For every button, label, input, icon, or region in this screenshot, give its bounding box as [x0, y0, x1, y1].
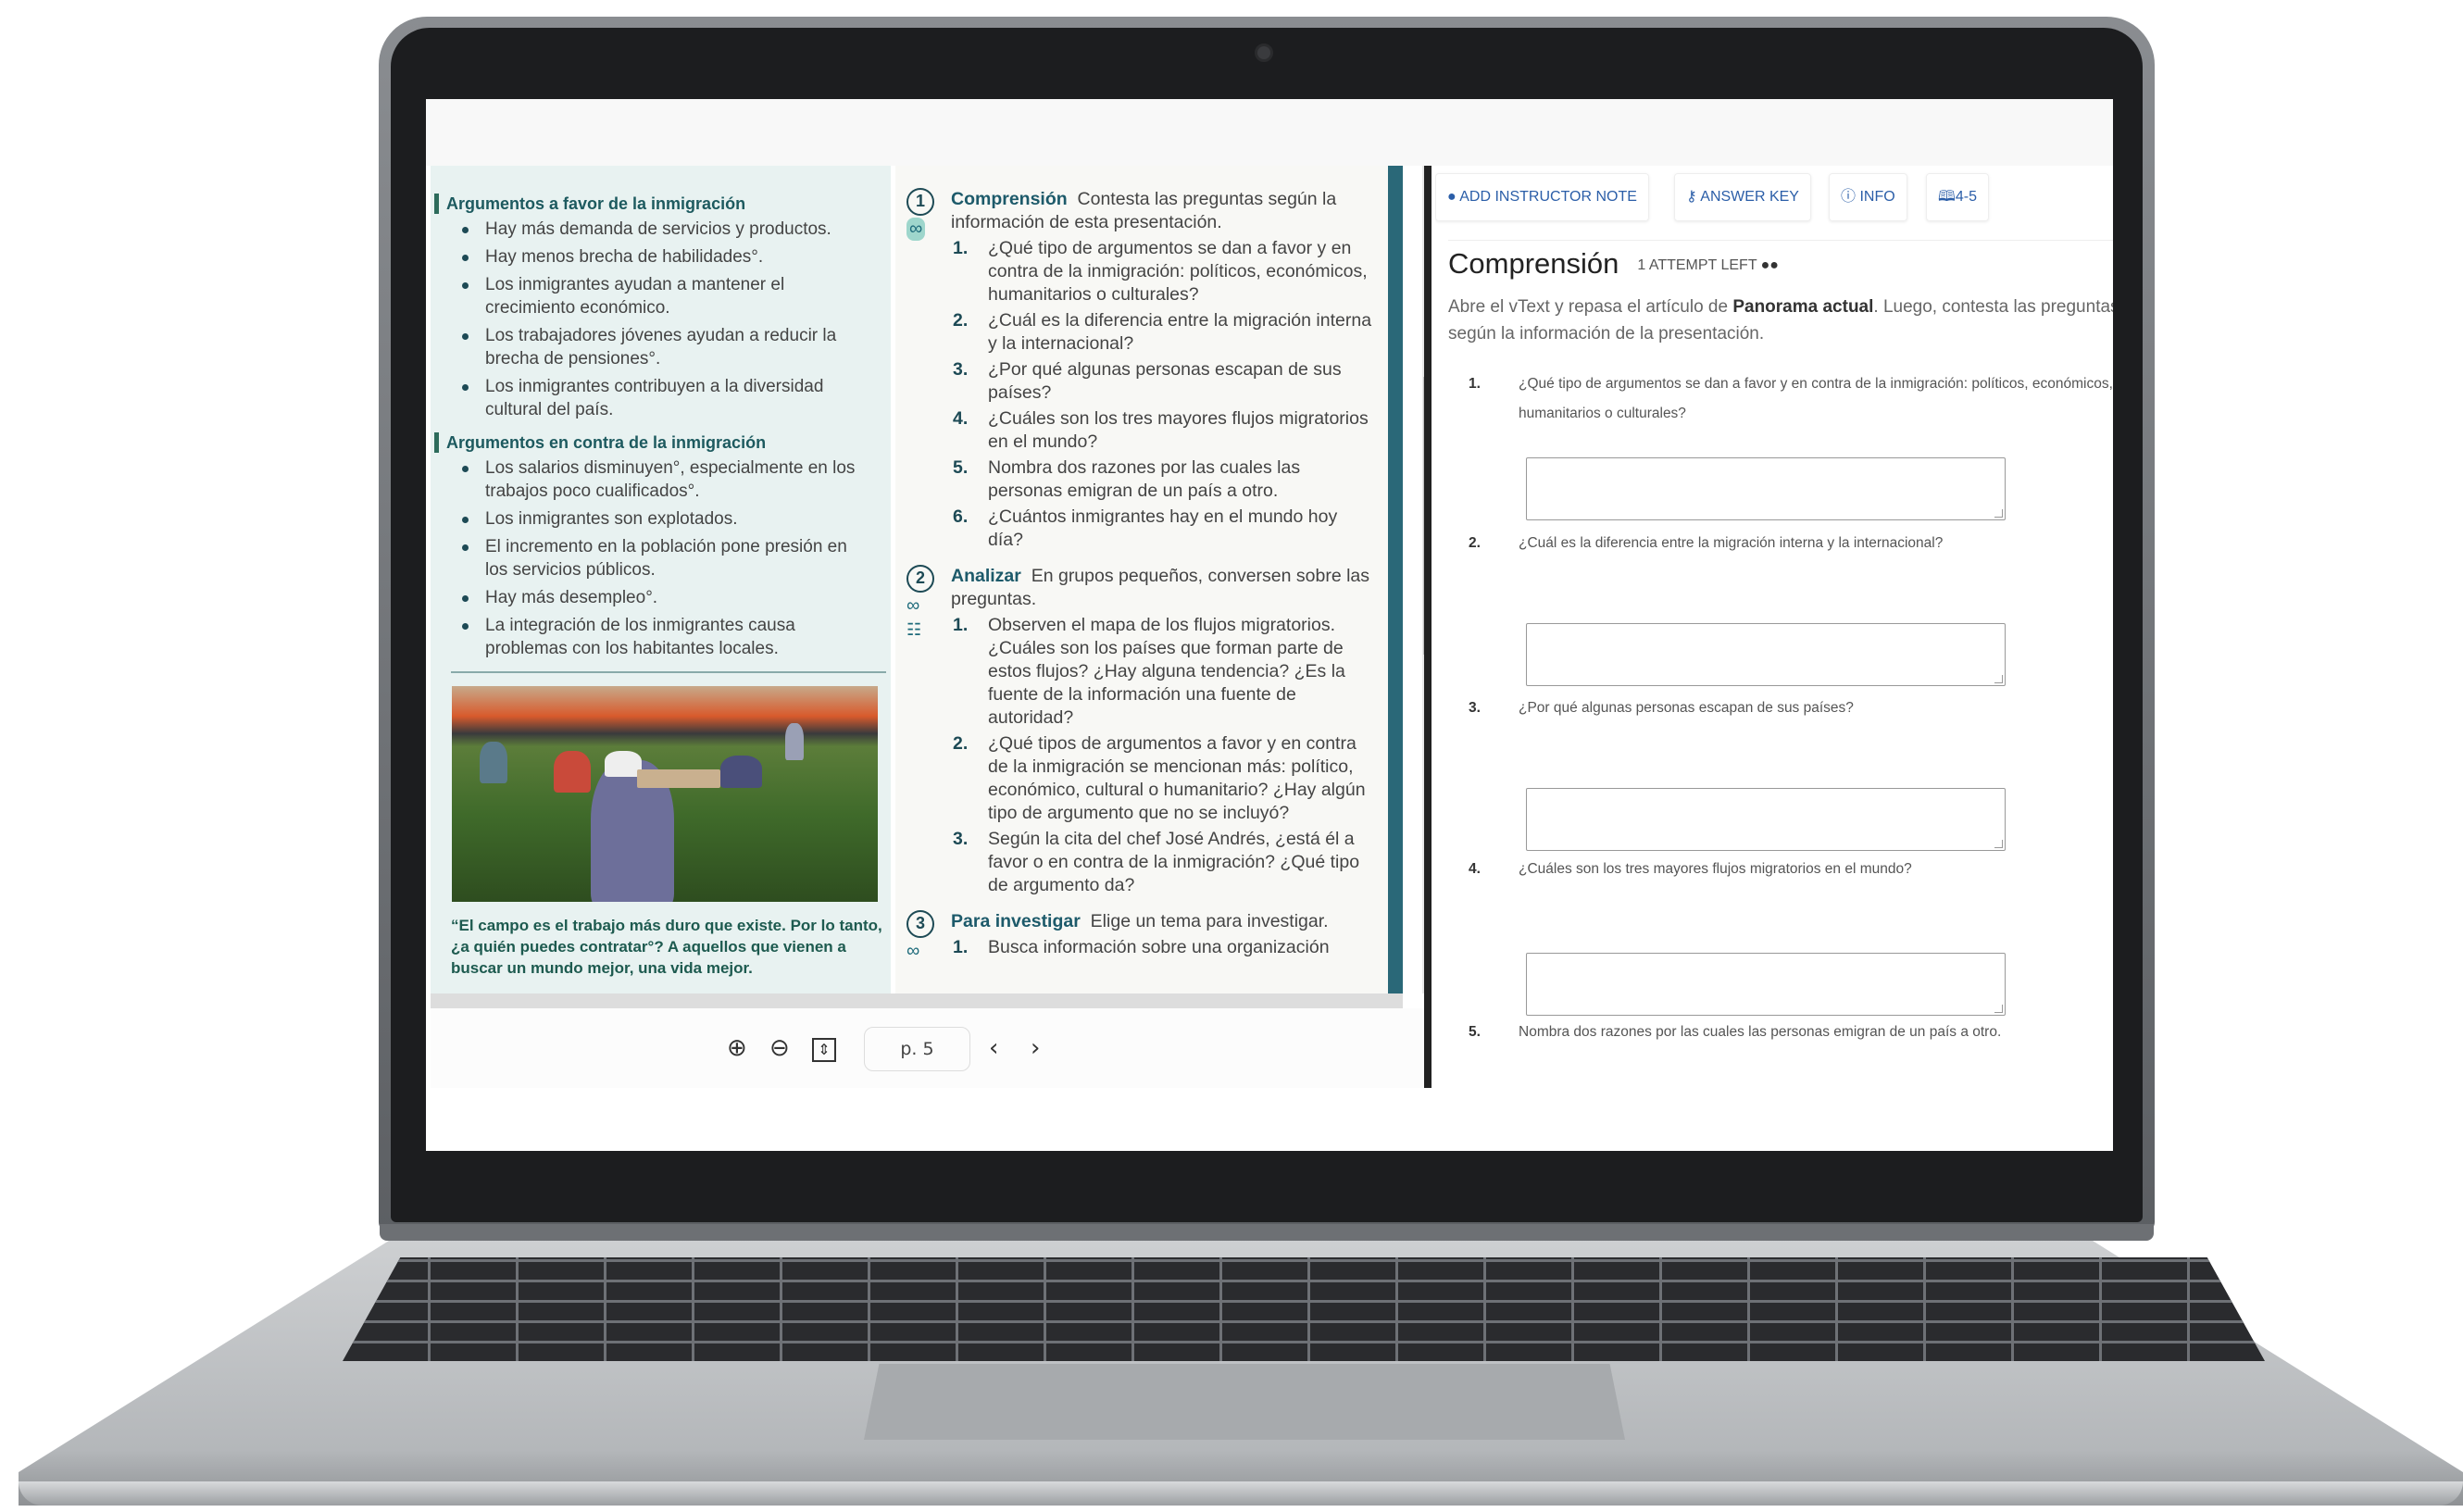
zoom-out-icon[interactable]: ⊖ [769, 1034, 790, 1062]
activity-title: Para investigar [951, 911, 1081, 931]
page-number-input[interactable]: p. 5 [864, 1027, 970, 1071]
question: 1. ¿Qué tipo de argumentos se dan a favor… [953, 238, 1368, 305]
list-item: Hay menos brecha de habilidades°. [462, 245, 860, 269]
list-item: El incremento en la población pone presi… [462, 535, 860, 581]
list-item: Los inmigrantes contribuyen a la diversi… [462, 375, 860, 421]
webcam [1255, 44, 1273, 62]
textbook-page-left: Argumentos a favor de la inmigración Hay… [431, 166, 891, 993]
list-item: Hay más demanda de servicios y productos… [462, 218, 860, 241]
bottom-margin [426, 1088, 2113, 1151]
divider [451, 671, 886, 673]
pages-button[interactable]: 🕮4-5 [1926, 173, 1989, 221]
list-item: Hay más desempleo°. [462, 586, 860, 609]
group-icon: ☷ [906, 620, 922, 639]
next-page-icon[interactable]: › [1031, 1034, 1040, 1062]
for-heading: Argumentos a favor de la inmigración [434, 194, 891, 214]
question: 6. ¿Cuántos inmigrantes hay en el mundo h… [953, 506, 1338, 550]
farmworkers-photo [452, 686, 878, 902]
activity-1: 1 ∞ Comprensión Contesta las preguntas s… [895, 188, 1388, 552]
previous-page-icon[interactable]: ‹ [989, 1034, 998, 1062]
horizontal-scrollbar[interactable] [431, 993, 1403, 1008]
pair-icon: ∞ [906, 595, 920, 616]
question: 4. ¿Cuáles son los tres mayores flujos mi… [953, 408, 1369, 452]
list-item: La integración de los inmigrantes causa … [462, 614, 860, 660]
list-item: Los inmigrantes son explotados. [462, 507, 860, 531]
activity-number: 3 [906, 910, 934, 938]
question: 4. ¿Cuáles son los tres mayores flujos mi… [1469, 861, 1912, 877]
list-item: Los salarios disminuyen°, especialmente … [462, 456, 860, 503]
answer-field-2[interactable] [1526, 623, 2006, 686]
question: 1. ¿Qué tipo de argumentos se dan a favor… [1469, 376, 2113, 421]
laptop-front-edge [19, 1481, 2463, 1506]
pane-divider[interactable] [1424, 166, 1432, 1088]
attempts-left: 1 ATTEMPT LEFT [1637, 256, 1757, 273]
apple-icon: ●● [1760, 256, 1779, 273]
textbook-page-right: 1 ∞ Comprensión Contesta las preguntas s… [895, 166, 1388, 993]
question: 2. ¿Cuál es la diferencia entre la migrac… [953, 310, 1372, 354]
activity-3: 3 ∞ Para investigar Elige un tema para i… [895, 910, 1388, 961]
for-list: Hay más demanda de servicios y productos… [442, 218, 891, 421]
quote: “El campo es el trabajo más duro que exi… [451, 917, 882, 977]
keyboard [343, 1257, 2265, 1361]
book-icon: 🕮 [1938, 189, 1956, 205]
answer-key-button[interactable]: ⚷ ANSWER KEY [1674, 173, 1811, 221]
assignment-panel: ● ADD INSTRUCTOR NOTE ⚷ ANSWER KEY ⓘ INF… [1435, 166, 2113, 1088]
activity-number: 2 [906, 565, 934, 593]
activity-intro: Elige un tema para investigar. [1090, 911, 1329, 931]
info-icon: ⓘ [1841, 189, 1857, 205]
against-heading: Argumentos en contra de la inmigración [434, 432, 891, 453]
pair-icon: ∞ [906, 218, 926, 241]
top-bar [426, 99, 2113, 166]
laptop-hinge [380, 1224, 2154, 1241]
list-item: Los inmigrantes ayudan a mantener el cre… [462, 273, 860, 319]
viewer-toolbar: ⊕ ⊖ ⇕ p. 5 ‹ › [431, 1008, 1429, 1088]
key-icon: ⚷ [1686, 189, 1697, 205]
answer-field-3[interactable] [1526, 788, 2006, 851]
fit-page-icon[interactable]: ⇕ [812, 1038, 836, 1062]
answer-field-1[interactable] [1526, 457, 2006, 520]
pair-icon: ∞ [906, 941, 920, 961]
info-button[interactable]: ⓘ INFO [1829, 173, 1907, 221]
question: 3. ¿Por qué algunas personas escapan de s… [1469, 700, 1854, 716]
question: 2. ¿Qué tipos de argumentos a favor y en … [953, 733, 1366, 823]
add-instructor-note-button[interactable]: ● ADD INSTRUCTOR NOTE [1435, 173, 1649, 221]
activity-title: Comprensión 1 ATTEMPT LEFT ●● [1448, 247, 1779, 280]
question: 5. Nombra dos razones por las cuales las … [1469, 1024, 2002, 1040]
question: 2. ¿Cuál es la diferencia entre la migrac… [1469, 535, 1944, 551]
against-list: Los salarios disminuyen°, especialmente … [442, 456, 891, 660]
divider [1448, 240, 2113, 241]
question: 5. Nombra dos razones por las cuales las … [953, 457, 1301, 501]
apple-icon: ● [1447, 189, 1457, 205]
trackpad [864, 1364, 1625, 1440]
question: 3. Según la cita del chef José Andrés, ¿e… [953, 829, 1360, 895]
activity-title: Comprensión [951, 189, 1068, 209]
question: 1. Busca información sobre una organizaci… [953, 937, 1330, 957]
answer-field-4[interactable] [1526, 953, 2006, 1016]
activity-title: Analizar [951, 566, 1021, 586]
activity-number: 1 [906, 188, 934, 216]
zoom-in-icon[interactable]: ⊕ [727, 1034, 747, 1062]
screen: Argumentos a favor de la inmigración Hay… [426, 99, 2113, 1151]
instructions: Abre el vText y repasa el artículo de Pa… [1448, 297, 2113, 344]
page-scrollbar[interactable] [1388, 166, 1403, 993]
question: 3. ¿Por qué algunas personas escapan de s… [953, 359, 1342, 403]
list-item: Los trabajadores jóvenes ayudan a reduci… [462, 324, 860, 370]
activity-2: 2 ∞ ☷ Analizar En grupos pequeños, conve… [895, 565, 1388, 897]
question: 1. Observen el mapa de los flujos migrato… [953, 615, 1345, 728]
